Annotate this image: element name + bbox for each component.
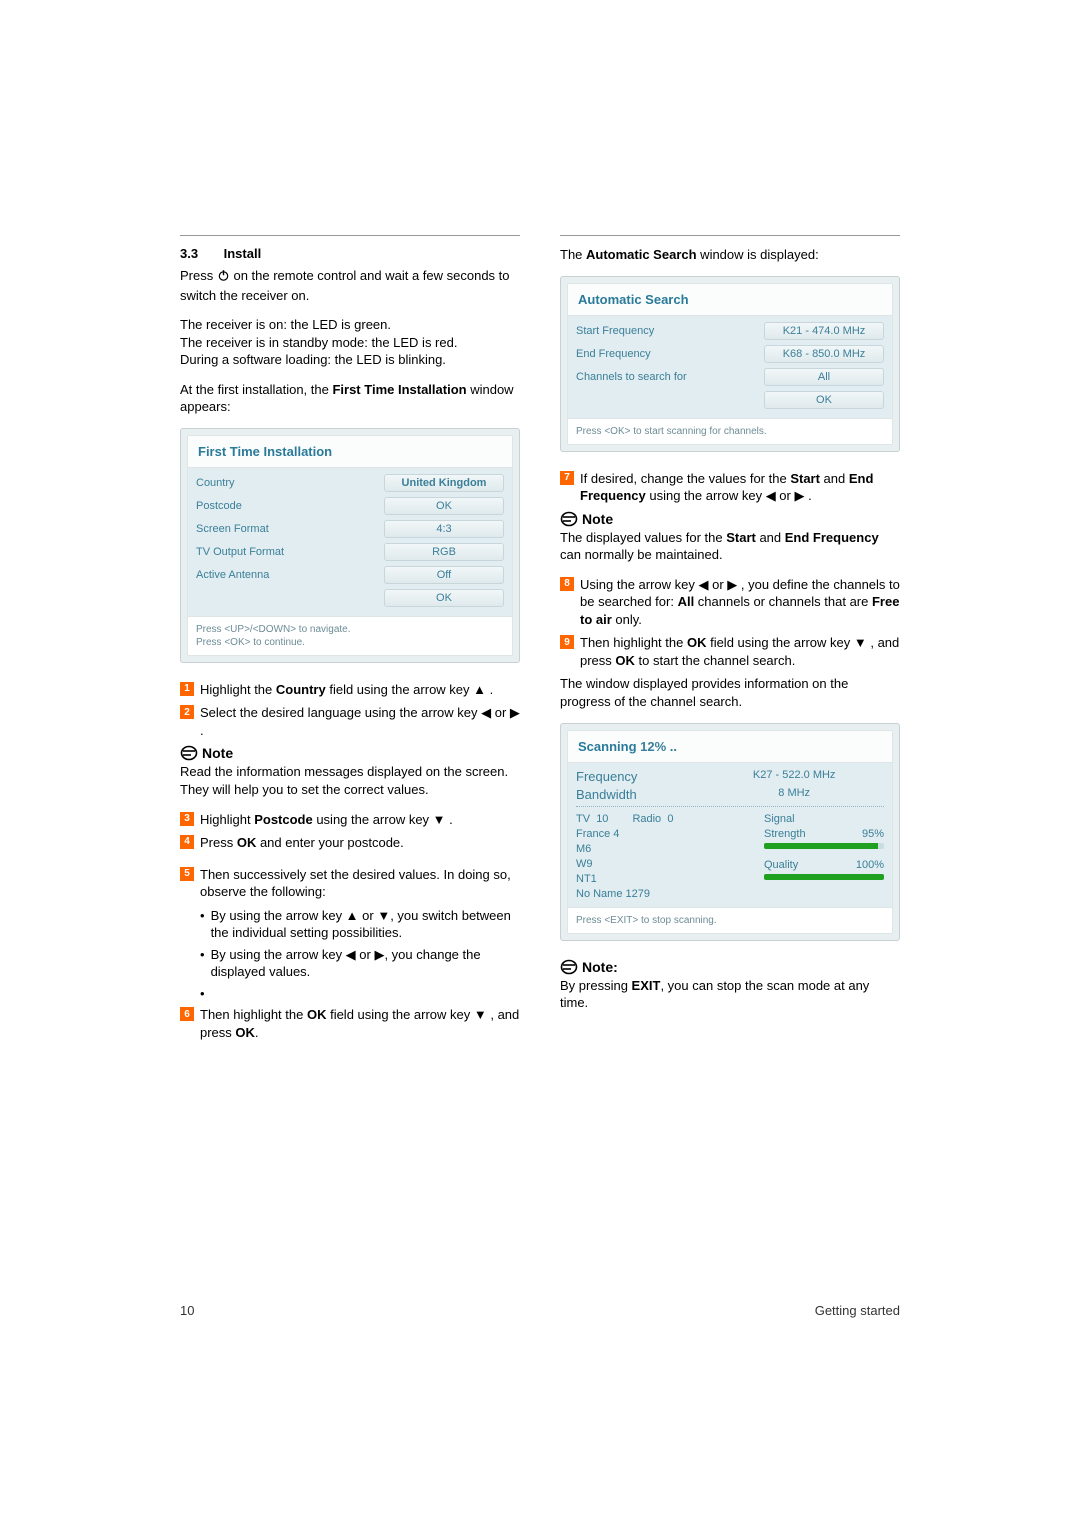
intro-p1: Press on the remote control and wait a f… [180, 267, 520, 304]
scan-tv-label: TV [576, 813, 590, 825]
step-3: 3Highlight Postcode using the arrow key … [180, 811, 520, 829]
step-badge-6: 6 [180, 1007, 194, 1021]
scan-channel: M6 [576, 843, 591, 855]
scan-freq-label: Frequency [576, 769, 704, 784]
scan-channel: No Name 1279 [576, 888, 650, 900]
step-1: 1Highlight the Country field using the a… [180, 681, 520, 699]
panel1-row-active-antenna: Active AntennaOff [196, 566, 504, 584]
strength-bar [764, 843, 884, 849]
note-icon [180, 745, 198, 761]
panel1-hint: Press <UP>/<DOWN> to navigate. Press <OK… [188, 616, 512, 655]
first-time-installation-panel: First Time Installation CountryUnited Ki… [180, 428, 520, 663]
step-8: 8Using the arrow key ◀ or ▶ , you define… [560, 576, 900, 629]
scan-strength-label: Strength [764, 828, 806, 840]
scan-channel: NT1 [576, 873, 597, 885]
left-column: 3.3 Install Press on the remote control … [180, 235, 520, 1048]
scan-channel: W9 [576, 858, 593, 870]
scan-channel: France 4 [576, 828, 619, 840]
automatic-search-panel: Automatic Search Start FrequencyK21 - 47… [560, 276, 900, 452]
panel2-row-end-freq: End FrequencyK68 - 850.0 MHz [576, 345, 884, 363]
panel1-row-ok: OK [196, 589, 504, 607]
panel3-title: Scanning 12% .. [568, 731, 892, 763]
scan-tv-val: 10 [596, 813, 608, 825]
panel2-row-start-freq: Start FrequencyK21 - 474.0 MHz [576, 322, 884, 340]
step-badge-7: 7 [560, 471, 574, 485]
panel1-title: First Time Installation [188, 436, 512, 468]
step-7: 7If desired, change the values for the S… [560, 470, 900, 505]
panel1-row-postcode: PostcodeOK [196, 497, 504, 515]
section-number: 3.3 [180, 246, 220, 261]
intro-block: The receiver is on: the LED is green. Th… [180, 316, 520, 369]
section-rule [180, 235, 520, 236]
note-3-body: By pressing EXIT, you can stop the scan … [560, 977, 900, 1012]
panel2-title: Automatic Search [568, 284, 892, 316]
step-badge-3: 3 [180, 812, 194, 826]
quality-bar [764, 874, 884, 880]
scan-freq-val: K27 - 522.0 MHz [704, 769, 884, 784]
panel2-hint: Press <OK> to start scanning for channel… [568, 418, 892, 444]
note-3-head: Note: [560, 959, 900, 975]
note-1-head: Note [180, 745, 520, 761]
section-heading: 3.3 Install [180, 246, 520, 261]
step-badge-9: 9 [560, 635, 574, 649]
panel1-row-screen-format: Screen Format4:3 [196, 520, 504, 538]
step-badge-5: 5 [180, 867, 194, 881]
section-rule-right [560, 235, 900, 236]
scan-strength-val: 95% [862, 828, 884, 840]
panel1-row-country: CountryUnited Kingdom [196, 474, 504, 492]
scan-signal-label: Signal [764, 813, 795, 825]
note-2-body: The displayed values for the Start and E… [560, 529, 900, 564]
power-icon [217, 269, 230, 287]
scan-quality-label: Quality [764, 859, 798, 871]
step-4: 4Press OK and enter your postcode. [180, 834, 520, 852]
chapter-label: Getting started [815, 1303, 900, 1318]
bullet-2: •By using the arrow key ◀ or ▶, you chan… [180, 946, 520, 981]
right-p2: The window displayed provides informatio… [560, 675, 900, 710]
note-icon [560, 511, 578, 527]
step-badge-1: 1 [180, 682, 194, 696]
scan-bw-label: Bandwidth [576, 787, 704, 802]
intro-p5: At the first installation, the First Tim… [180, 381, 520, 416]
right-column: The Automatic Search window is displayed… [560, 235, 900, 1048]
note-1-body: Read the information messages displayed … [180, 763, 520, 798]
panel2-row-channels: Channels to search forAll [576, 368, 884, 386]
panel3-hint: Press <EXIT> to stop scanning. [568, 907, 892, 933]
scan-radio-val: 0 [667, 813, 673, 825]
scan-quality-val: 100% [856, 859, 884, 871]
step-badge-8: 8 [560, 577, 574, 591]
step-badge-4: 4 [180, 835, 194, 849]
step-2: 2Select the desired language using the a… [180, 704, 520, 739]
panel2-row-ok: OK [576, 391, 884, 409]
step-9: 9Then highlight the OK field using the a… [560, 634, 900, 669]
bullet-1: •By using the arrow key ▲ or ▼, you swit… [180, 907, 520, 942]
scan-radio-label: Radio [632, 813, 661, 825]
panel1-row-tv-output: TV Output FormatRGB [196, 543, 504, 561]
step-badge-2: 2 [180, 705, 194, 719]
scanning-panel: Scanning 12% .. FrequencyK27 - 522.0 MHz… [560, 723, 900, 941]
right-p1: The Automatic Search window is displayed… [560, 246, 900, 264]
section-title: Install [224, 246, 262, 261]
step-6: 6Then highlight the OK field using the a… [180, 1006, 520, 1041]
bullet-3: • [180, 985, 520, 1003]
page-footer: 10 Getting started [180, 1303, 900, 1318]
note-icon [560, 959, 578, 975]
page-number: 10 [180, 1303, 194, 1318]
scan-bw-val: 8 MHz [704, 787, 884, 802]
step-5: 5Then successively set the desired value… [180, 866, 520, 901]
note-2-head: Note [560, 511, 900, 527]
